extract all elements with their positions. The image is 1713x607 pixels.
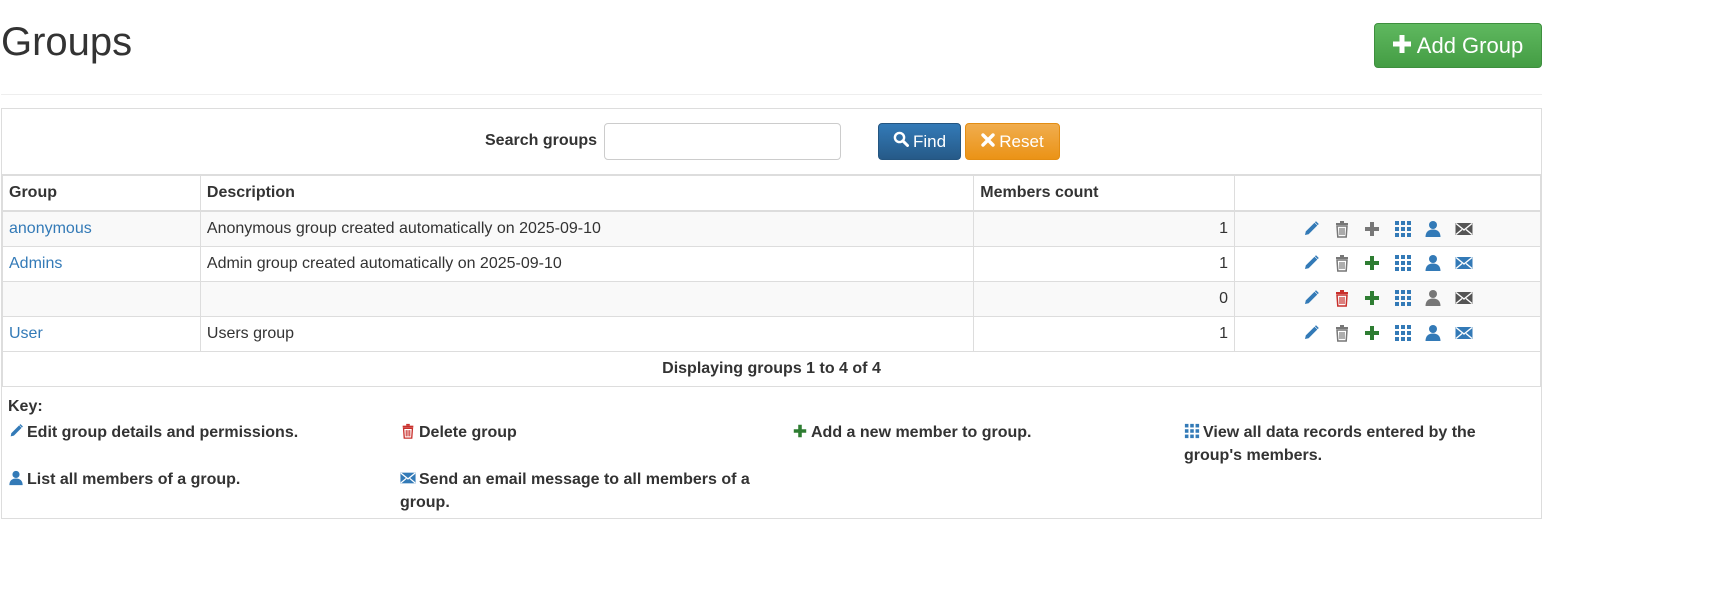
key-item-delete: Delete group	[400, 421, 760, 444]
grid-icon[interactable]	[1394, 289, 1412, 307]
envelope-icon[interactable]	[1455, 324, 1473, 342]
plus-icon[interactable]	[1363, 289, 1381, 307]
group-link[interactable]: User	[9, 325, 43, 342]
group-description	[199, 280, 975, 317]
icon-key: Key: Edit group details and permissions.…	[2, 396, 1541, 518]
group-description: Admin group created automatically on 202…	[199, 245, 975, 282]
table-header-row: Group Description Members count	[2, 174, 1541, 212]
envelope-icon[interactable]	[1455, 254, 1473, 272]
key-title: Key:	[8, 398, 43, 415]
pencil-icon[interactable]	[1302, 220, 1320, 238]
plus-icon	[1392, 33, 1417, 59]
search-label: Search groups	[485, 132, 598, 149]
row-actions	[1234, 210, 1541, 247]
add-group-button[interactable]: Add Group	[1374, 23, 1542, 68]
table-row: anonymous Anonymous group created automa…	[2, 210, 1541, 247]
envelope-icon[interactable]	[1455, 289, 1473, 307]
pencil-icon	[8, 424, 27, 441]
key-view-records-label: View all data records entered by the gro…	[1184, 424, 1476, 464]
members-count: 1	[973, 210, 1236, 247]
trash-icon[interactable]	[1333, 254, 1351, 273]
table-row: User Users group 1	[2, 315, 1541, 352]
trash-icon	[400, 423, 419, 441]
reset-label: Reset	[999, 131, 1044, 151]
column-header-members-count: Members count	[973, 174, 1236, 212]
find-button[interactable]: Find	[878, 123, 961, 160]
pencil-icon[interactable]	[1302, 324, 1320, 342]
key-send-email-label: Send an email message to all members of …	[400, 471, 750, 511]
plus-icon[interactable]	[1363, 254, 1381, 272]
pencil-icon[interactable]	[1302, 289, 1320, 307]
row-actions	[1234, 245, 1541, 282]
members-count: 1	[973, 245, 1236, 282]
trash-icon[interactable]	[1333, 324, 1351, 343]
x-icon	[981, 132, 999, 152]
key-delete-label: Delete group	[419, 424, 517, 441]
trash-icon[interactable]	[1333, 289, 1351, 308]
key-item-view-records: View all data records entered by the gro…	[1184, 421, 1524, 467]
user-icon[interactable]	[1424, 220, 1442, 238]
row-actions	[1234, 315, 1541, 352]
key-item-add-member: Add a new member to group.	[792, 421, 1152, 444]
trash-icon[interactable]	[1333, 220, 1351, 238]
column-header-group: Group	[2, 174, 201, 212]
envelope-icon[interactable]	[1455, 220, 1473, 238]
plus-icon[interactable]	[1363, 220, 1381, 238]
table-footer-row: Displaying groups 1 to 4 of 4	[2, 350, 1541, 387]
group-link[interactable]: anonymous	[9, 220, 92, 237]
members-count: 1	[973, 315, 1236, 352]
column-header-description: Description	[199, 174, 975, 212]
groups-table: Group Description Members count anonymou…	[2, 174, 1541, 387]
search-icon	[893, 131, 913, 152]
key-add-member-label: Add a new member to group.	[811, 424, 1032, 441]
key-edit-label: Edit group details and permissions.	[27, 424, 299, 441]
group-description: Anonymous group created automatically on…	[199, 210, 975, 247]
pencil-icon[interactable]	[1302, 254, 1320, 272]
search-input[interactable]	[604, 123, 841, 160]
column-header-actions	[1234, 174, 1541, 212]
user-icon[interactable]	[1424, 324, 1442, 342]
find-label: Find	[912, 131, 947, 151]
grid-icon[interactable]	[1394, 324, 1412, 342]
user-icon[interactable]	[1424, 289, 1442, 307]
group-description: Users group	[199, 315, 975, 352]
key-item-edit: Edit group details and permissions.	[8, 421, 368, 444]
group-link[interactable]: Admins	[9, 255, 62, 272]
key-item-list-members: List all members of a group.	[8, 468, 368, 491]
user-icon[interactable]	[1424, 254, 1442, 272]
title-divider	[1, 94, 1542, 95]
row-actions	[1234, 280, 1541, 317]
plus-icon[interactable]	[1363, 324, 1381, 342]
key-item-send-email: Send an email message to all members of …	[400, 468, 760, 514]
plus-icon	[792, 424, 811, 441]
grid-icon	[1184, 423, 1203, 441]
members-count: 0	[973, 280, 1236, 317]
table-row: Admins Admin group created automatically…	[2, 245, 1541, 282]
add-group-label: Add Group	[1416, 32, 1524, 58]
pagination-summary: Displaying groups 1 to 4 of 4	[2, 350, 1541, 387]
table-row: 0	[2, 280, 1541, 317]
groups-panel: Search groups Find Reset Group Descripti…	[1, 108, 1542, 519]
user-icon	[8, 470, 27, 488]
grid-icon[interactable]	[1394, 220, 1412, 238]
key-list-members-label: List all members of a group.	[27, 471, 241, 488]
grid-icon[interactable]	[1394, 254, 1412, 272]
envelope-icon	[400, 471, 419, 488]
reset-button[interactable]: Reset	[965, 123, 1060, 160]
page-title: Groups	[1, 20, 133, 64]
